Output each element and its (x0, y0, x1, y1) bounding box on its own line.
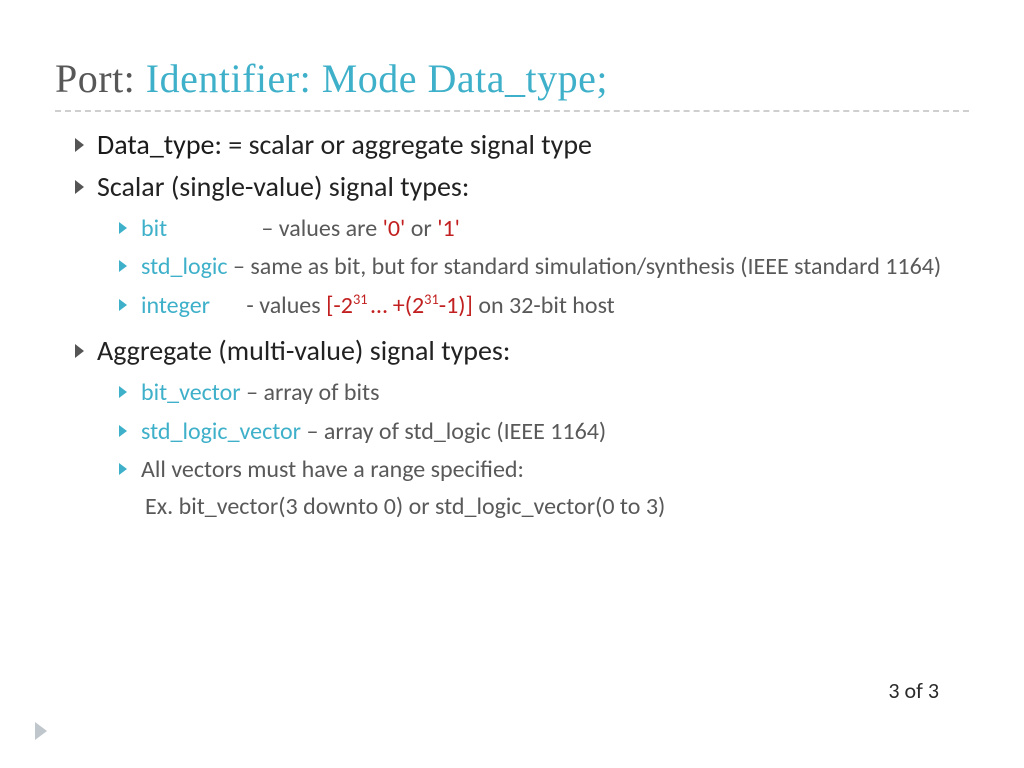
slide: Port: Identifier: Mode Data_type; Data_t… (0, 0, 1024, 768)
scalar-heading-text: Scalar (single-value) signal types: (97, 169, 469, 204)
bullet-aggregate-heading: Aggregate (multi-value) signal types: bi… (75, 332, 969, 525)
title-prefix: Port: (55, 56, 146, 101)
scalar-sublist: bit – values are '0' or '1' std_logic – … (97, 212, 969, 324)
int-post: on 32-bit host (473, 291, 615, 320)
int-range-open: [-2 (326, 291, 353, 320)
int-range-mid: … +(2 (371, 291, 424, 320)
scalar-bit: bit – values are '0' or '1' (119, 212, 969, 247)
stdlogic-body: – same as bit, but for standard simulati… (228, 252, 942, 281)
int-exp1: 31 (353, 290, 371, 308)
bullet-list: Data_type: = scalar or aggregate signal … (45, 126, 969, 525)
scalar-stdlogic: std_logic – same as bit, but for standar… (119, 250, 969, 285)
aggregate-sublist: bit_vector – array of bits std_logic_vec… (97, 376, 969, 525)
keyword-stdlogic: std_logic (141, 252, 228, 281)
slide-title: Port: Identifier: Mode Data_type; (55, 55, 969, 102)
aggregate-bitvector: bit_vector – array of bits (119, 376, 969, 411)
int-pre: - values (241, 291, 326, 320)
int-range-tail: -1)] (439, 291, 473, 320)
datatype-def: : = scalar or aggregate signal type (214, 127, 592, 162)
aggregate-heading-text: Aggregate (multi-value) signal types: (97, 333, 510, 368)
title-divider (55, 110, 969, 112)
bit-dash: – values are (256, 214, 383, 243)
title-syntax: Identifier: Mode Data_type; (146, 56, 608, 101)
range-example: Ex. bit_vector(3 downto 0) or std_logic_… (141, 490, 969, 525)
int-exp2: 31 (424, 290, 439, 308)
page-number: 3 of 3 (888, 677, 939, 704)
bit-or: or (405, 214, 437, 243)
datatype-label: Data_type (97, 127, 214, 162)
keyword-stdlogicvector: std_logic_vector (141, 417, 301, 446)
keyword-bit: bit (141, 212, 256, 247)
chevron-right-icon (35, 722, 47, 740)
keyword-integer: integer (141, 289, 241, 324)
bullet-datatype: Data_type: = scalar or aggregate signal … (75, 126, 969, 164)
bitvector-body: – array of bits (241, 378, 380, 407)
scalar-integer: integer - values [-231 … +(231-1)] on 32… (119, 289, 969, 324)
aggregate-range-note: All vectors must have a range specified:… (119, 453, 969, 525)
bit-lit-one: '1' (437, 214, 460, 243)
keyword-bitvector: bit_vector (141, 378, 241, 407)
range-note-text: All vectors must have a range specified: (141, 455, 524, 484)
bullet-scalar-heading: Scalar (single-value) signal types: bit … (75, 168, 969, 324)
bit-lit-zero: '0' (383, 214, 406, 243)
stdlogicvector-body: – array of std_logic (IEEE 1164) (301, 417, 606, 446)
aggregate-stdlogicvector: std_logic_vector – array of std_logic (I… (119, 415, 969, 450)
